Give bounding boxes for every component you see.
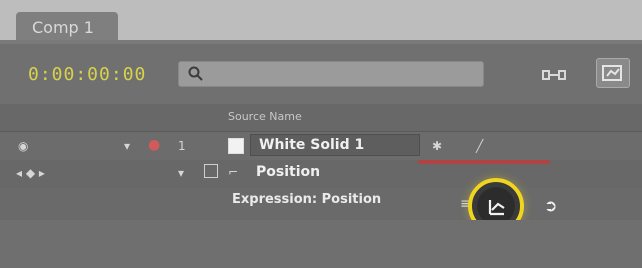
expression-label: Expression: Position — [232, 192, 382, 207]
property-twirl-icon[interactable]: ▾ — [178, 166, 184, 180]
property-row-position[interactable] — [0, 160, 642, 188]
tab-label: Comp 1 — [32, 18, 94, 37]
source-name-column-header[interactable]: Source Name — [228, 110, 302, 123]
pickwhip-icon[interactable]: ➲ — [544, 196, 557, 215]
layer-name-field[interactable]: White Solid 1 — [250, 134, 420, 156]
timeline-panel: Comp 1 0:00:00:00 ◉ ◆ ▣ ◇ # Source Name … — [0, 0, 642, 268]
comp-flowchart-icon[interactable] — [540, 64, 568, 86]
layer-number: 1 — [178, 139, 186, 153]
current-time-display[interactable]: 0:00:00:00 — [28, 64, 158, 90]
stopwatch-icon[interactable] — [204, 164, 218, 178]
graph-editor-icon — [602, 65, 622, 81]
shy-switch-icon[interactable]: ✱ — [432, 139, 442, 153]
search-input[interactable] — [211, 64, 479, 84]
quality-switch-icon[interactable]: ╱ — [476, 139, 483, 153]
expression-indicator-icon: ⌐ — [228, 165, 239, 179]
search-field[interactable] — [178, 61, 484, 87]
graph-editor-button[interactable] — [596, 58, 630, 88]
twirl-down-icon[interactable]: ▾ — [124, 139, 130, 153]
keyframe-nav-icons[interactable]: ◂ ◆ ▸ — [16, 166, 45, 180]
eye-icon[interactable]: ◉ — [18, 139, 28, 153]
expression-value-underline — [418, 160, 550, 164]
empty-timeline-area — [0, 220, 642, 268]
expression-graph-icon[interactable] — [486, 196, 508, 218]
property-name: Position — [256, 164, 321, 180]
search-icon — [188, 66, 203, 81]
solid-layer-swatch — [228, 138, 244, 154]
column-header-row — [0, 104, 642, 132]
layer-label-color-swatch[interactable]: ● — [148, 137, 160, 153]
tab-comp-1[interactable]: Comp 1 — [16, 12, 118, 42]
